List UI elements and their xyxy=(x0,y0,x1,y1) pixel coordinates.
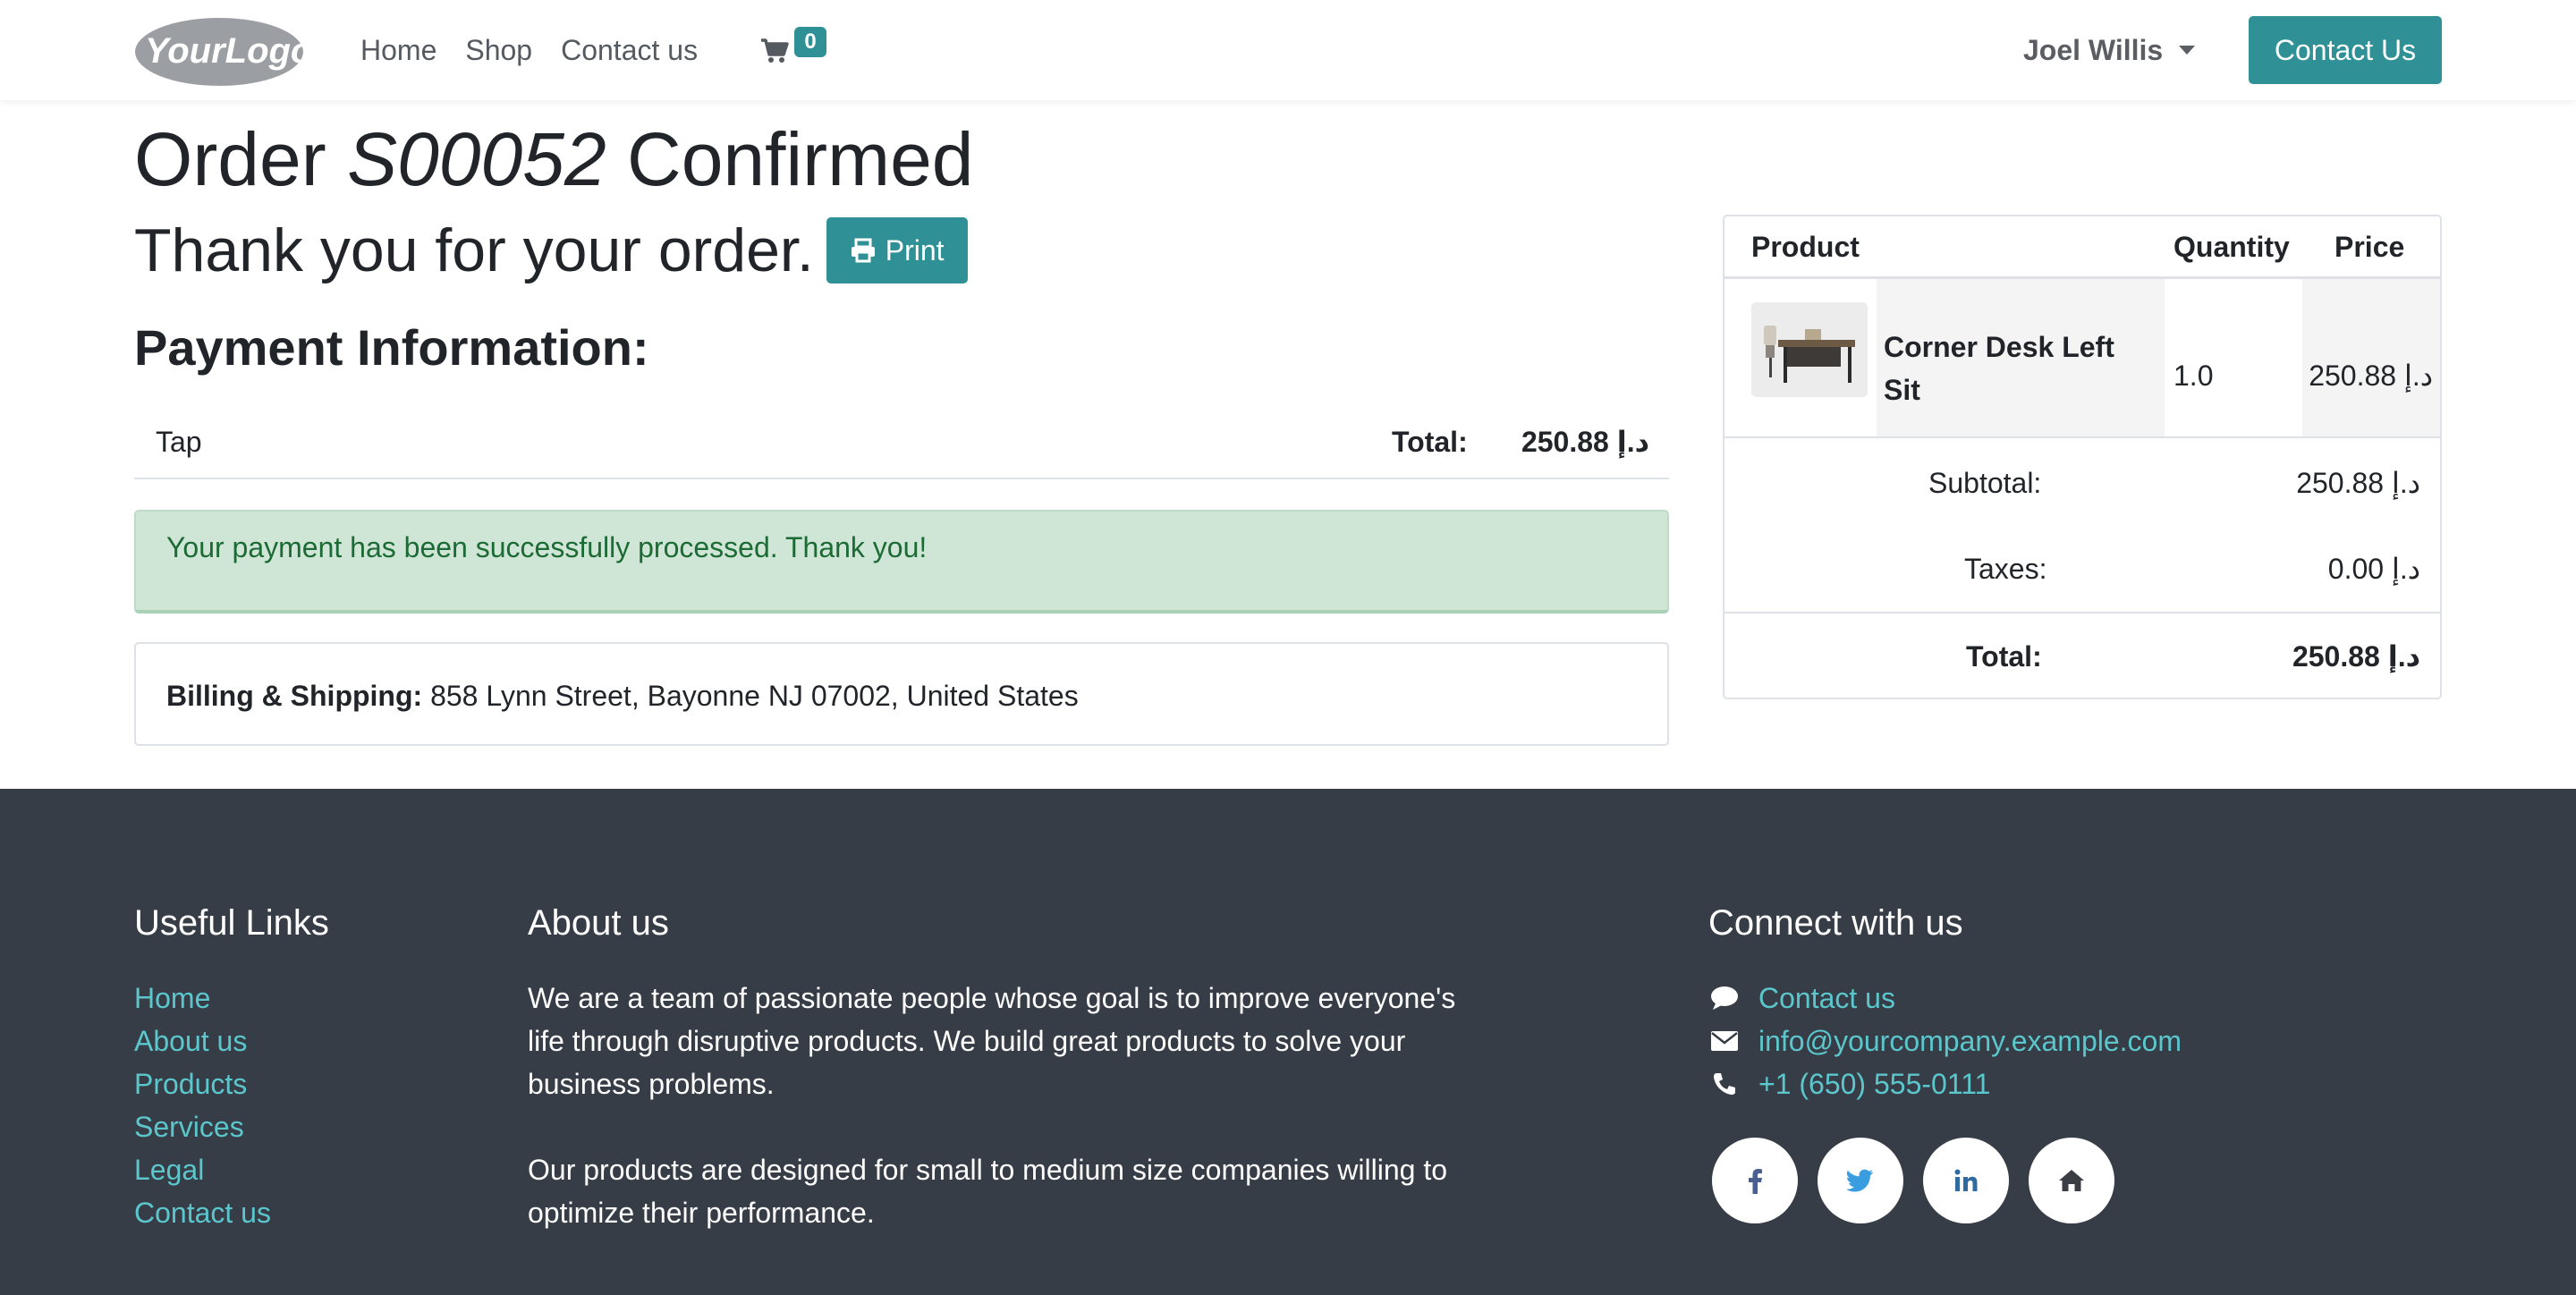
connect-list: Contact us info@yourcompany.example.com … xyxy=(1708,977,2182,1105)
twitter-button[interactable] xyxy=(1818,1138,1903,1223)
product-price: 250.88 د.إ xyxy=(2309,360,2433,392)
summary-total-label: Total: xyxy=(1966,640,2042,673)
product-quantity: 1.0 xyxy=(2174,360,2214,392)
payment-total-value: 250.88 د.إ xyxy=(1521,426,1649,458)
user-menu[interactable]: Joel Willis xyxy=(2023,30,2196,70)
footer-link-contact-us[interactable]: Contact us xyxy=(134,1191,271,1234)
social-links xyxy=(1712,1138,2114,1223)
about-text: We are a team of passionate people whose… xyxy=(528,977,1476,1234)
about-heading: About us xyxy=(528,903,669,943)
product-image[interactable] xyxy=(1751,302,1868,397)
footer-link-legal[interactable]: Legal xyxy=(134,1148,271,1191)
site-footer: Useful Links Home About us Products Serv… xyxy=(0,789,2576,1295)
cart-count-badge: 0 xyxy=(794,27,826,57)
footer-contact-link[interactable]: Contact us xyxy=(1758,982,1895,1015)
title-prefix: Order xyxy=(134,117,326,201)
page-title: Order S00052 Confirmed xyxy=(134,114,974,204)
logo[interactable]: YourLogo xyxy=(134,16,312,86)
linkedin-button[interactable] xyxy=(1923,1138,2009,1223)
home-icon xyxy=(2059,1170,2084,1191)
summary-total-value: 250.88 د.إ xyxy=(2292,640,2420,673)
logo-mark: YourLogo xyxy=(135,18,312,86)
order-summary-card: Product Quantity Price Corner Desk Left … xyxy=(1723,215,2442,699)
column-product: Product xyxy=(1751,231,1860,263)
shopping-cart-icon xyxy=(761,38,789,63)
title-suffix: Confirmed xyxy=(627,117,974,201)
logo-text: YourLogo xyxy=(145,31,304,71)
nav-home[interactable]: Home xyxy=(360,30,436,70)
taxes-value: 0.00 د.إ xyxy=(2327,553,2420,585)
payment-method: Tap xyxy=(156,426,202,458)
facebook-button[interactable] xyxy=(1712,1138,1798,1223)
footer-phone-link[interactable]: +1 (650) 555-0111 xyxy=(1758,1068,1990,1101)
cart-button[interactable]: 0 xyxy=(760,27,832,72)
taxes-label: Taxes: xyxy=(1964,553,2047,585)
website-button[interactable] xyxy=(2029,1138,2114,1223)
linkedin-icon xyxy=(1954,1169,1978,1191)
subtotal-value: 250.88 د.إ xyxy=(2296,467,2420,499)
desk-image xyxy=(1751,302,1868,397)
billing-address: 858 Lynn Street, Bayonne NJ 07002, Unite… xyxy=(430,680,1079,712)
table-row: Corner Desk Left Sit 1.0 250.88 د.إ xyxy=(1724,279,2440,438)
summary-header: Product Quantity Price xyxy=(1724,216,2440,279)
column-price: Price xyxy=(2334,231,2405,263)
about-paragraph-1: We are a team of passionate people whose… xyxy=(528,982,1456,1100)
nav-contact-us[interactable]: Contact us xyxy=(561,30,698,70)
footer-link-services[interactable]: Services xyxy=(134,1105,271,1148)
footer-link-about-us[interactable]: About us xyxy=(134,1020,271,1062)
chevron-down-icon xyxy=(2179,46,2196,55)
site-header: YourLogo Home Shop Contact us 0 Joel Wil… xyxy=(0,0,2576,100)
print-label: Print xyxy=(885,233,945,267)
connect-heading: Connect with us xyxy=(1708,903,1963,943)
contact-us-button[interactable]: Contact Us xyxy=(2249,16,2442,84)
subtotal-label: Subtotal: xyxy=(1928,467,2042,499)
success-alert: Your payment has been successfully proce… xyxy=(134,510,1669,614)
success-message: Your payment has been successfully proce… xyxy=(166,531,928,563)
billing-label: Billing & Shipping: xyxy=(166,680,423,712)
payment-row: Tap Total: 250.88 د.إ xyxy=(134,404,1669,479)
main-nav: Home Shop Contact us xyxy=(360,30,698,70)
payment-heading: Payment Information: xyxy=(134,319,649,376)
facebook-icon xyxy=(1749,1169,1762,1194)
total-divider xyxy=(1724,612,2440,614)
thank-you-row: Thank you for your order. Print xyxy=(134,215,968,286)
twitter-icon xyxy=(1847,1169,1873,1192)
nav-shop[interactable]: Shop xyxy=(465,30,532,70)
column-quantity: Quantity xyxy=(2174,231,2290,263)
thank-you-text: Thank you for your order. xyxy=(134,216,814,284)
about-paragraph-2: Our products are designed for small to m… xyxy=(528,1154,1448,1229)
useful-links-heading: Useful Links xyxy=(134,903,329,943)
envelope-icon xyxy=(1708,1025,1741,1057)
product-name[interactable]: Corner Desk Left Sit xyxy=(1884,326,2152,411)
comment-icon xyxy=(1708,982,1741,1014)
useful-links-list: Home About us Products Services Legal Co… xyxy=(134,977,271,1234)
print-button[interactable]: Print xyxy=(826,217,968,284)
footer-email-link[interactable]: info@yourcompany.example.com xyxy=(1758,1025,2182,1058)
printer-icon xyxy=(851,238,875,263)
order-id: S00052 xyxy=(347,117,606,201)
billing-shipping-box: Billing & Shipping: 858 Lynn Street, Bay… xyxy=(134,642,1669,746)
phone-icon xyxy=(1708,1068,1741,1100)
payment-total-label: Total: xyxy=(1392,426,1468,458)
user-name: Joel Willis xyxy=(2023,34,2164,66)
footer-link-products[interactable]: Products xyxy=(134,1062,271,1105)
footer-link-home[interactable]: Home xyxy=(134,977,271,1020)
